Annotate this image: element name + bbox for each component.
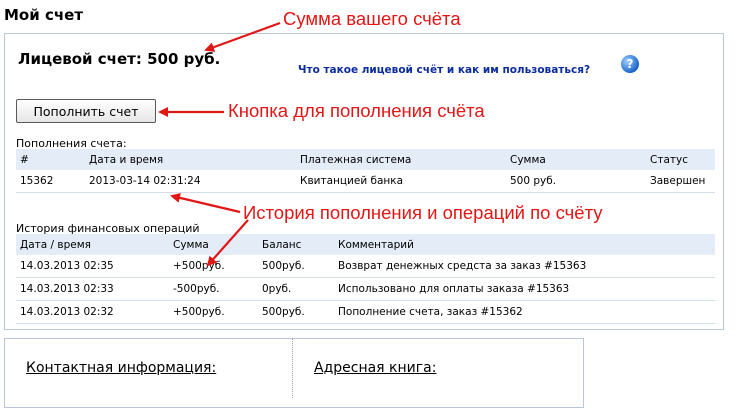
bottom-divider — [292, 338, 294, 398]
annotation-arrows — [158, 21, 281, 267]
arrow-to-balance — [204, 21, 281, 52]
arrow-to-history — [206, 219, 249, 267]
addressbook-link[interactable]: Адресная книга: — [314, 360, 436, 376]
contacts-link[interactable]: Контактная информация: — [26, 360, 216, 376]
arrow-to-topups — [170, 192, 241, 214]
